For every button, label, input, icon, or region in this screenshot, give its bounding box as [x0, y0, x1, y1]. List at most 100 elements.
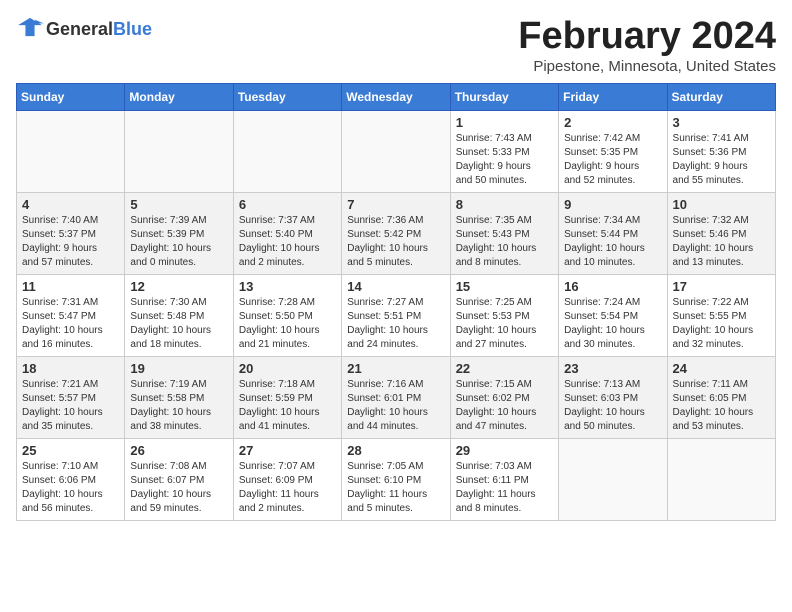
calendar-cell: 5Sunrise: 7:39 AM Sunset: 5:39 PM Daylig…: [125, 192, 233, 274]
day-number: 26: [130, 443, 227, 458]
day-info: Sunrise: 7:22 AM Sunset: 5:55 PM Dayligh…: [673, 296, 770, 352]
day-info: Sunrise: 7:10 AM Sunset: 6:06 PM Dayligh…: [22, 460, 119, 516]
day-number: 24: [673, 361, 770, 376]
calendar-week-row: 11 Sunrise: 7:31 AM Sunset: 5:47 PM Dayli…: [17, 274, 776, 356]
day-number: 18: [22, 361, 119, 376]
title-area: February 2024 Pipestone, Minnesota, Unit…: [518, 16, 776, 75]
calendar-cell: 27 Sunrise: 7:07 AM Sunset: 6:09 PM Dayli…: [233, 438, 341, 520]
calendar-cell: [559, 438, 667, 520]
calendar-cell: 18 Sunrise: 7:21 AM Sunset: 5:57 PM Dayli…: [17, 356, 125, 438]
logo-general-text: General: [46, 19, 113, 39]
day-info: Sunrise: 7:21 AM Sunset: 5:57 PM Dayligh…: [22, 378, 119, 434]
calendar-cell: 12 Sunrise: 7:30 AM Sunset: 5:48 PM Dayli…: [125, 274, 233, 356]
day-info: Sunrise: 7:43 AM Sunset: 5:33 PM Dayligh…: [456, 132, 553, 188]
day-info: Sunrise: 7:03 AM Sunset: 6:11 PM Dayligh…: [456, 460, 553, 516]
day-number: 19: [130, 361, 227, 376]
calendar-body: 1 Sunrise: 7:43 AM Sunset: 5:33 PM Daylig…: [17, 110, 776, 520]
calendar-cell: 4 Sunrise: 7:40 AM Sunset: 5:37 PM Daylig…: [17, 192, 125, 274]
location-title: Pipestone, Minnesota, United States: [518, 58, 776, 75]
day-info: Sunrise: 7:13 AM Sunset: 6:03 PM Dayligh…: [564, 378, 661, 434]
day-number: 25: [22, 443, 119, 458]
day-number: 15: [456, 279, 553, 294]
day-number: 3: [673, 115, 770, 130]
calendar-cell: 17 Sunrise: 7:22 AM Sunset: 5:55 PM Dayli…: [667, 274, 775, 356]
day-info: Sunrise: 7:41 AM Sunset: 5:36 PM Dayligh…: [673, 132, 770, 188]
calendar-header-row: SundayMondayTuesdayWednesdayThursdayFrid…: [17, 83, 776, 110]
calendar-week-row: 4 Sunrise: 7:40 AM Sunset: 5:37 PM Daylig…: [17, 192, 776, 274]
day-info: Sunrise: 7:27 AM Sunset: 5:51 PM Dayligh…: [347, 296, 444, 352]
calendar-cell: 19Sunrise: 7:19 AM Sunset: 5:58 PM Dayli…: [125, 356, 233, 438]
day-info: Sunrise: 7:05 AM Sunset: 6:10 PM Dayligh…: [347, 460, 444, 516]
calendar-cell: [125, 110, 233, 192]
day-number: 4: [22, 197, 119, 212]
day-number: 27: [239, 443, 336, 458]
calendar-table: SundayMondayTuesdayWednesdayThursdayFrid…: [16, 83, 776, 521]
calendar-cell: 3 Sunrise: 7:41 AM Sunset: 5:36 PM Daylig…: [667, 110, 775, 192]
calendar-cell: 24Sunrise: 7:11 AM Sunset: 6:05 PM Dayli…: [667, 356, 775, 438]
day-info: Sunrise: 7:28 AM Sunset: 5:50 PM Dayligh…: [239, 296, 336, 352]
header-day-saturday: Saturday: [667, 83, 775, 110]
day-number: 14: [347, 279, 444, 294]
day-number: 1: [456, 115, 553, 130]
day-number: 20: [239, 361, 336, 376]
calendar-cell: [667, 438, 775, 520]
header: GeneralBlue February 2024 Pipestone, Min…: [16, 16, 776, 75]
day-number: 28: [347, 443, 444, 458]
calendar-cell: 22 Sunrise: 7:15 AM Sunset: 6:02 PM Dayli…: [450, 356, 558, 438]
day-info: Sunrise: 7:34 AM Sunset: 5:44 PM Dayligh…: [564, 214, 661, 270]
header-day-tuesday: Tuesday: [233, 83, 341, 110]
day-info: Sunrise: 7:35 AM Sunset: 5:43 PM Dayligh…: [456, 214, 553, 270]
day-number: 11: [22, 279, 119, 294]
calendar-cell: [17, 110, 125, 192]
calendar-cell: 8 Sunrise: 7:35 AM Sunset: 5:43 PM Daylig…: [450, 192, 558, 274]
calendar-cell: 26Sunrise: 7:08 AM Sunset: 6:07 PM Dayli…: [125, 438, 233, 520]
day-number: 21: [347, 361, 444, 376]
day-number: 7: [347, 197, 444, 212]
day-number: 6: [239, 197, 336, 212]
calendar-cell: 16 Sunrise: 7:24 AM Sunset: 5:54 PM Dayli…: [559, 274, 667, 356]
calendar-cell: 14 Sunrise: 7:27 AM Sunset: 5:51 PM Dayli…: [342, 274, 450, 356]
calendar-cell: 15 Sunrise: 7:25 AM Sunset: 5:53 PM Dayli…: [450, 274, 558, 356]
day-number: 17: [673, 279, 770, 294]
calendar-week-row: 18 Sunrise: 7:21 AM Sunset: 5:57 PM Dayli…: [17, 356, 776, 438]
calendar-cell: 25 Sunrise: 7:10 AM Sunset: 6:06 PM Dayli…: [17, 438, 125, 520]
day-info: Sunrise: 7:15 AM Sunset: 6:02 PM Dayligh…: [456, 378, 553, 434]
day-info: Sunrise: 7:40 AM Sunset: 5:37 PM Dayligh…: [22, 214, 119, 270]
calendar-cell: [342, 110, 450, 192]
day-number: 5: [130, 197, 227, 212]
day-number: 16: [564, 279, 661, 294]
header-day-monday: Monday: [125, 83, 233, 110]
calendar-cell: 10 Sunrise: 7:32 AM Sunset: 5:46 PM Dayli…: [667, 192, 775, 274]
day-number: 12: [130, 279, 227, 294]
calendar-cell: 2Sunrise: 7:42 AM Sunset: 5:35 PM Daylig…: [559, 110, 667, 192]
calendar-cell: 9Sunrise: 7:34 AM Sunset: 5:44 PM Daylig…: [559, 192, 667, 274]
calendar-cell: 20Sunrise: 7:18 AM Sunset: 5:59 PM Dayli…: [233, 356, 341, 438]
day-info: Sunrise: 7:16 AM Sunset: 6:01 PM Dayligh…: [347, 378, 444, 434]
day-number: 29: [456, 443, 553, 458]
calendar-cell: 21 Sunrise: 7:16 AM Sunset: 6:01 PM Dayli…: [342, 356, 450, 438]
logo: GeneralBlue: [16, 16, 152, 43]
calendar-cell: [233, 110, 341, 192]
day-info: Sunrise: 7:24 AM Sunset: 5:54 PM Dayligh…: [564, 296, 661, 352]
day-info: Sunrise: 7:07 AM Sunset: 6:09 PM Dayligh…: [239, 460, 336, 516]
day-info: Sunrise: 7:32 AM Sunset: 5:46 PM Dayligh…: [673, 214, 770, 270]
day-number: 2: [564, 115, 661, 130]
calendar-cell: 7 Sunrise: 7:36 AM Sunset: 5:42 PM Daylig…: [342, 192, 450, 274]
day-number: 10: [673, 197, 770, 212]
calendar-cell: 6Sunrise: 7:37 AM Sunset: 5:40 PM Daylig…: [233, 192, 341, 274]
header-day-thursday: Thursday: [450, 83, 558, 110]
day-number: 8: [456, 197, 553, 212]
day-number: 22: [456, 361, 553, 376]
logo-blue-text: Blue: [113, 19, 152, 39]
day-info: Sunrise: 7:30 AM Sunset: 5:48 PM Dayligh…: [130, 296, 227, 352]
header-day-wednesday: Wednesday: [342, 83, 450, 110]
header-day-sunday: Sunday: [17, 83, 125, 110]
calendar-cell: 1 Sunrise: 7:43 AM Sunset: 5:33 PM Daylig…: [450, 110, 558, 192]
month-title: February 2024: [518, 16, 776, 58]
day-number: 23: [564, 361, 661, 376]
day-info: Sunrise: 7:31 AM Sunset: 5:47 PM Dayligh…: [22, 296, 119, 352]
day-info: Sunrise: 7:36 AM Sunset: 5:42 PM Dayligh…: [347, 214, 444, 270]
calendar-cell: 29 Sunrise: 7:03 AM Sunset: 6:11 PM Dayli…: [450, 438, 558, 520]
day-info: Sunrise: 7:25 AM Sunset: 5:53 PM Dayligh…: [456, 296, 553, 352]
day-number: 13: [239, 279, 336, 294]
